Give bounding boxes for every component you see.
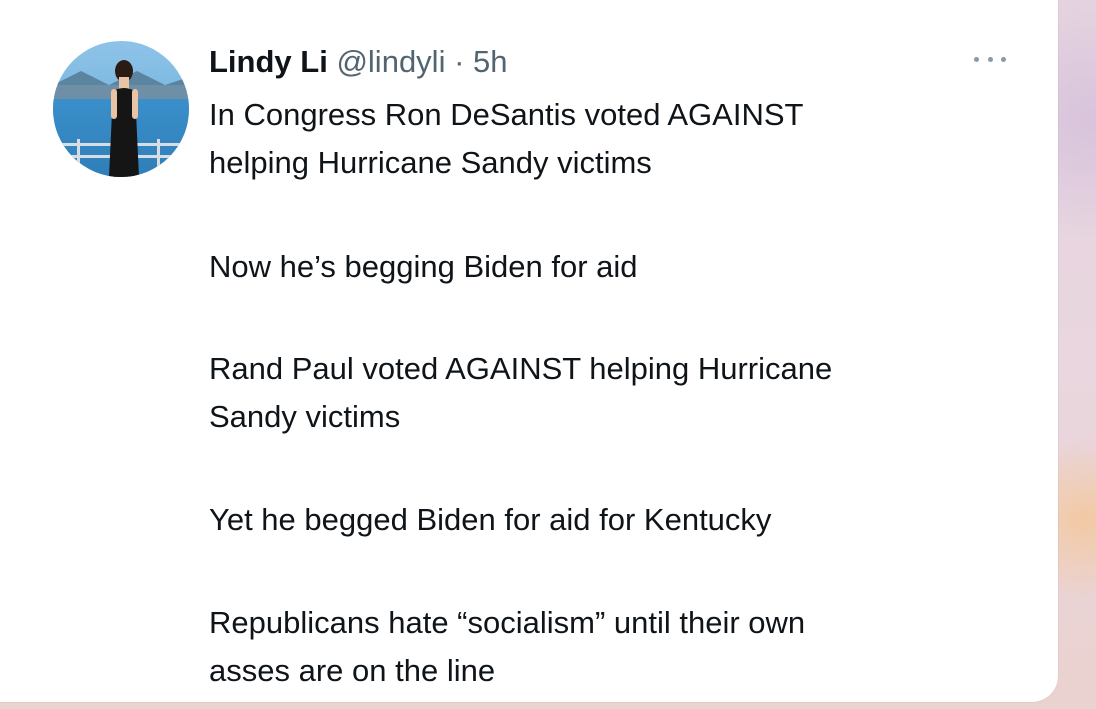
more-dot bbox=[987, 56, 993, 62]
avatar[interactable] bbox=[53, 41, 189, 177]
tweet-paragraph-4: Yet he begged Biden for aid for Kentucky bbox=[209, 502, 772, 537]
tweet-paragraph-2: Now he’s begging Biden for aid bbox=[209, 249, 638, 284]
more-options-icon[interactable] bbox=[974, 50, 1006, 68]
tweet-header: Lindy Li @lindyli · 5h bbox=[209, 42, 508, 82]
tweet-timestamp[interactable]: 5h bbox=[473, 44, 507, 79]
avatar-image bbox=[53, 41, 189, 177]
more-dot bbox=[1001, 56, 1006, 62]
author-handle[interactable]: @lindyli bbox=[336, 44, 445, 79]
author-name[interactable]: Lindy Li bbox=[209, 44, 328, 79]
tweet-paragraph-1: In Congress Ron DeSantis voted AGAINST h… bbox=[209, 97, 804, 180]
tweet-paragraph-3: Rand Paul voted AGAINST helping Hurrican… bbox=[209, 351, 833, 434]
meta-separator: · bbox=[454, 44, 465, 79]
more-dot bbox=[974, 56, 979, 62]
tweet-card: Lindy Li @lindyli · 5h In Congress Ron D… bbox=[0, 0, 1058, 702]
tweet-paragraph-5: Republicans hate “socialism” until their… bbox=[209, 605, 806, 688]
